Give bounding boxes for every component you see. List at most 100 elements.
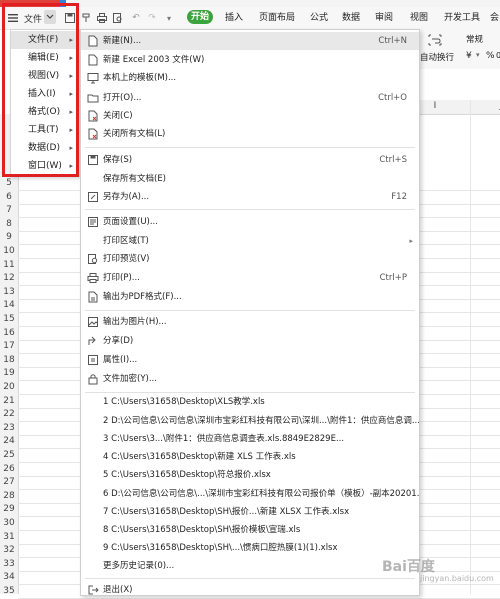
recent-file-item[interactable]: 3 C:\Users\3...\附件1：供应商信息调查表.xls.8849E28… [81,430,419,448]
redo-icon[interactable]: ↷ [146,11,158,25]
row-header[interactable]: 12 [0,272,18,285]
row-header[interactable]: 17 [0,340,18,353]
row-header[interactable]: 18 [0,354,18,367]
print-icon[interactable] [96,11,108,25]
tab-review[interactable]: 审阅 [375,11,393,25]
row-header[interactable]: 13 [0,286,18,299]
new-file-icon [88,54,98,66]
recent-file-item[interactable]: 5 C:\Users\31658\Desktop\符总报价.xlsx [81,466,419,484]
tab-page-layout[interactable]: 页面布局 [259,11,295,25]
row-header[interactable]: 7 [0,204,18,217]
menu-item-share[interactable]: 分享(D) [81,332,419,350]
currency-button[interactable]: ¥ [466,51,472,61]
menu-item-save[interactable]: 保存(S) Ctrl+S [81,151,419,169]
menu-item-page-setup[interactable]: 页面设置(U)... [81,213,419,231]
menu-item-more-history[interactable]: 更多历史记录(0)... [81,557,419,575]
row-header[interactable]: 27 [0,476,18,489]
recent-file-path: 3 C:\Users\3...\附件1：供应商信息调查表.xls.8849E28… [103,434,345,444]
save-icon [88,155,98,165]
row-header[interactable]: 19 [0,367,18,380]
menu-item-label: 页面设置(U)... [103,217,158,227]
row-header[interactable]: 9 [0,231,18,244]
row-header[interactable]: 23 [0,422,18,435]
tab-member[interactable]: 会 [490,11,499,25]
percent-button[interactable]: % [486,51,495,61]
recent-file-item[interactable]: 7 C:\Users\31658\Desktop\SH\报价...\新建 XLS… [81,503,419,521]
menu-item-print-preview[interactable]: 打印预览(V) [81,250,419,268]
recent-file-path: 2 D:\公司信息\公司信息\深圳市宝彩红科技有限公司\深圳...\附件1：供应… [103,416,419,426]
recent-file-item[interactable]: 1 C:\Users\31658\Desktop\XLS教学.xls [81,393,419,411]
row-header[interactable]: 31 [0,531,18,544]
row-header[interactable]: 26 [0,463,18,476]
row-header[interactable]: 15 [0,313,18,326]
menu-item-export-pdf[interactable]: 输出为PDF格式(F)... [81,288,419,306]
row-header[interactable]: 24 [0,435,18,448]
ribbon-controls: 自动换行 常规 ¥ ▾ % 000 [418,29,500,69]
recent-file-item[interactable]: 6 D:\公司信息\公司信息\...\深圳市宝彩红科技有限公司报价单（模板）-副… [81,485,419,503]
menu-item-new[interactable]: 新建(N)... Ctrl+N [81,32,419,50]
row-header[interactable]: 21 [0,395,18,408]
menu-item-close[interactable]: 关闭(C) [81,107,419,125]
menu-item-encrypt[interactable]: 文件加密(Y)... [81,370,419,388]
menu-item-save-all[interactable]: 保存所有文档(E) [81,170,419,188]
row-header[interactable]: 25 [0,449,18,462]
tab-view[interactable]: 视图 [410,11,428,25]
menu-item-properties[interactable]: 属性(I)... [81,351,419,369]
menu-item-label: 新建(N)... [103,36,142,46]
row-header[interactable]: 32 [0,544,18,557]
thousands-button[interactable]: 000 [496,51,500,60]
format-painter-icon[interactable] [80,11,92,25]
tab-developer[interactable]: 开发工具 [444,11,480,25]
row-header[interactable]: 16 [0,327,18,340]
row-header[interactable]: 8 [0,218,18,231]
row-header[interactable]: 5 [0,177,18,190]
shortcut-label: Ctrl+N [378,36,407,46]
recent-file-item[interactable]: 4 C:\Users\31658\Desktop\新建 XLS 工作表.xls [81,448,419,466]
menu-item-label: 文件加密(Y)... [103,374,157,384]
column-header-j[interactable]: J [496,101,500,111]
menu-item-exit[interactable]: 退出(X) [81,581,419,599]
number-format-select[interactable]: 常规 [466,33,483,45]
menu-item-templates[interactable]: 本机上的模板(M)... [81,69,419,87]
row-header[interactable]: 29 [0,503,18,516]
submenu-arrow-icon: ▸ [409,237,413,245]
tab-formulas[interactable]: 公式 [310,11,328,25]
print-preview-icon[interactable] [112,11,124,25]
menu-item-label: 分享(D) [103,336,134,346]
column-header-i[interactable]: I [430,101,440,111]
customize-toolbar-icon[interactable]: ▾ [163,11,175,25]
menu-item-label: 退出(X) [103,585,133,595]
recent-file-path: 7 C:\Users\31658\Desktop\SH\报价...\新建 XLS… [103,507,350,517]
shortcut-label: Ctrl+O [378,93,407,103]
menu-item-save-as[interactable]: 另存为(A)... F12 [81,188,419,206]
row-header[interactable]: 6 [0,191,18,204]
tab-insert[interactable]: 插入 [225,11,243,25]
row-header[interactable]: 34 [0,571,18,584]
recent-file-item[interactable]: 9 C:\Users\31658\Desktop\SH\...\惯病口腔热膜(1… [81,539,419,557]
row-header[interactable]: 30 [0,517,18,530]
row-header[interactable]: 14 [0,299,18,312]
menu-item-print[interactable]: 打印(P)... Ctrl+P [81,269,419,287]
menu-item-label: 本机上的模板(M)... [103,73,177,83]
menu-item-label: 打开(O)... [103,93,142,103]
row-header[interactable]: 20 [0,381,18,394]
row-header[interactable]: 10 [0,245,18,258]
row-header[interactable]: 28 [0,490,18,503]
tab-home[interactable]: 开始 [187,10,213,24]
menu-item-print-area[interactable]: 打印区域(T) ▸ [81,232,419,250]
undo-icon[interactable]: ↶ [130,11,142,25]
wrap-text-icon[interactable] [428,34,442,46]
tab-data[interactable]: 数据 [342,11,360,25]
currency-dropdown-icon[interactable]: ▾ [476,51,480,59]
recent-file-item[interactable]: 8 C:\Users\31658\Desktop\SH\报价模板\宣瑞.xls [81,521,419,539]
menu-item-export-image[interactable]: 输出为图片(H)... [81,313,419,331]
menu-item-close-all[interactable]: 关闭所有文档(L) [81,125,419,143]
menu-item-open[interactable]: 打开(O)... Ctrl+O [81,89,419,107]
row-header[interactable]: 22 [0,408,18,421]
row-header[interactable]: 11 [0,259,18,272]
row-header[interactable]: 35 [0,585,18,598]
row-header[interactable]: 33 [0,558,18,571]
auto-wrap-label[interactable]: 自动换行 [420,51,454,63]
menu-item-new-excel2003[interactable]: 新建 Excel 2003 文件(W) [81,51,419,69]
recent-file-item[interactable]: 2 D:\公司信息\公司信息\深圳市宝彩红科技有限公司\深圳...\附件1：供应… [81,412,419,430]
